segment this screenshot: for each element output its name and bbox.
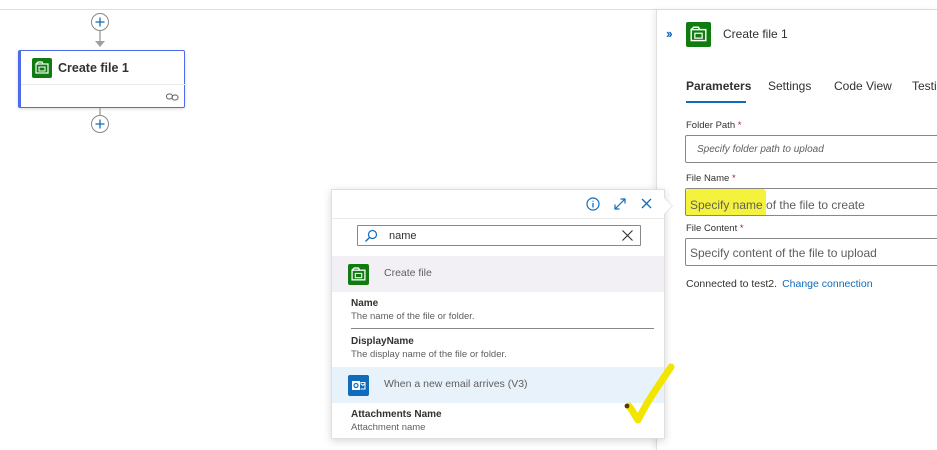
token-displayname[interactable]: DisplayName The display name of the file… bbox=[351, 336, 651, 360]
popup-header bbox=[332, 190, 664, 219]
group-label: Create file bbox=[384, 267, 432, 279]
sharepoint-icon bbox=[348, 264, 369, 285]
action-details-panel: ›› Create file 1 Parameters Settings Cod… bbox=[656, 10, 937, 450]
connection-link-icon bbox=[166, 89, 179, 107]
tab-settings[interactable]: Settings bbox=[768, 79, 811, 93]
file-name-label: File Name * bbox=[686, 173, 736, 184]
token-description: Attachment name bbox=[351, 422, 426, 433]
file-content-placeholder: Specify content of the file to upload bbox=[690, 246, 877, 260]
file-name-placeholder: Specify name of the file to create bbox=[690, 198, 865, 212]
tab-code-view[interactable]: Code View bbox=[834, 79, 892, 93]
designer-root: Create file 1 ›› Create file 1 Parameter… bbox=[0, 0, 937, 450]
search-input[interactable]: name bbox=[357, 225, 641, 246]
change-connection-link[interactable]: Change connection bbox=[782, 278, 873, 290]
group-create-file[interactable]: Create file bbox=[332, 256, 664, 292]
sharepoint-icon bbox=[32, 58, 52, 78]
token-title: Attachments Name bbox=[351, 409, 442, 420]
sharepoint-icon bbox=[686, 22, 711, 47]
flow-arrow-icon bbox=[95, 41, 105, 47]
popup-pointer bbox=[663, 197, 672, 215]
token-title: DisplayName bbox=[351, 336, 414, 347]
file-name-input[interactable]: Specify name of the file to create bbox=[685, 188, 937, 216]
search-icon bbox=[365, 229, 378, 242]
group-label: When a new email arrives (V3) bbox=[384, 378, 528, 390]
token-description: The display name of the file or folder. bbox=[351, 349, 507, 360]
collapse-panel-icon[interactable]: ›› bbox=[666, 26, 673, 41]
folder-path-input[interactable]: Specify folder path to upload bbox=[685, 135, 937, 163]
outlook-icon bbox=[348, 375, 369, 396]
connection-status: Connected to test2. Change connection bbox=[686, 278, 873, 290]
expand-icon[interactable] bbox=[613, 197, 627, 211]
folder-path-label: Folder Path * bbox=[686, 120, 742, 131]
token-name[interactable]: Name The name of the file or folder. bbox=[351, 298, 651, 322]
action-card-title: Create file 1 bbox=[58, 61, 129, 75]
checkmark-annotation-icon bbox=[624, 363, 675, 424]
tab-testing[interactable]: Testi bbox=[912, 79, 937, 93]
file-content-input[interactable]: Specify content of the file to upload bbox=[685, 238, 937, 266]
plus-icon bbox=[95, 119, 105, 129]
folder-path-placeholder: Specify folder path to upload bbox=[697, 144, 824, 155]
token-description: The name of the file or folder. bbox=[351, 311, 475, 322]
token-divider bbox=[351, 328, 654, 329]
close-icon[interactable] bbox=[640, 197, 653, 210]
plus-icon bbox=[95, 17, 105, 27]
info-icon[interactable] bbox=[586, 197, 600, 211]
file-content-label: File Content * bbox=[686, 223, 744, 234]
clear-search-icon[interactable] bbox=[621, 229, 634, 242]
action-card-create-file[interactable]: Create file 1 bbox=[18, 50, 185, 108]
insert-step-bottom-button[interactable] bbox=[91, 115, 109, 133]
panel-title[interactable]: Create file 1 bbox=[723, 27, 788, 41]
token-attachments-name[interactable]: Attachments Name Attachment name bbox=[351, 409, 651, 433]
tab-parameters[interactable]: Parameters bbox=[686, 79, 751, 93]
active-tab-indicator bbox=[686, 101, 746, 103]
search-value: name bbox=[389, 230, 417, 242]
token-title: Name bbox=[351, 298, 379, 309]
action-card-header: Create file 1 bbox=[21, 51, 185, 85]
insert-step-top-button[interactable] bbox=[91, 13, 109, 31]
